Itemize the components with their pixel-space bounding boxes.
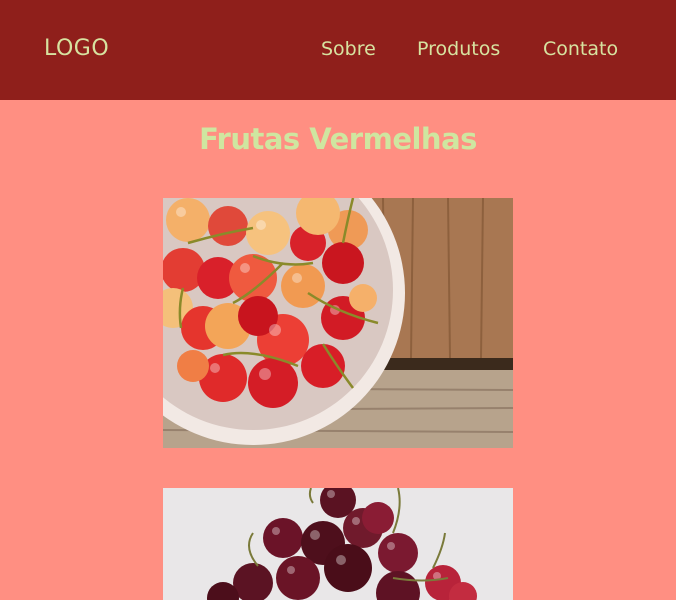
- nav-link-contato[interactable]: Contato: [543, 38, 618, 60]
- page-title: Frutas Vermelhas: [199, 122, 477, 156]
- top-navbar: LOGO Sobre Produtos Contato: [0, 0, 676, 100]
- nav-link-produtos[interactable]: Produtos: [417, 38, 500, 60]
- dark-cherries-photo: [163, 488, 513, 600]
- cherries-bowl-photo: [163, 198, 513, 448]
- logo-link[interactable]: LOGO: [44, 36, 109, 61]
- dark-cherries-image: [163, 488, 513, 600]
- cherries-bowl-image: [163, 198, 513, 448]
- nav-link-sobre[interactable]: Sobre: [321, 38, 376, 60]
